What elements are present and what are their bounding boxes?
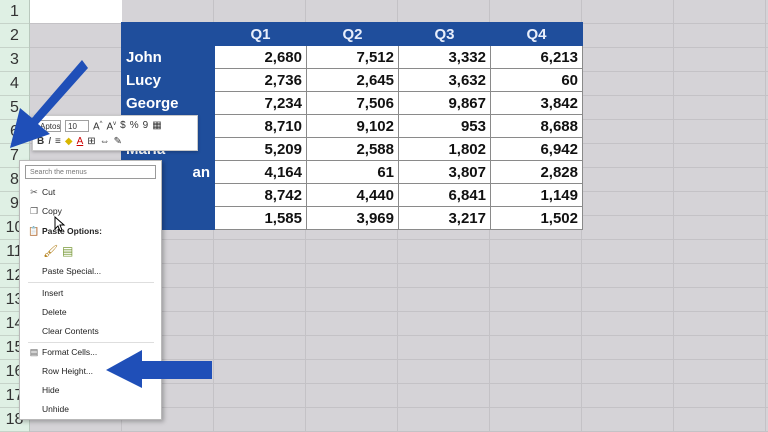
value-cell[interactable]: 3,332	[398, 45, 491, 69]
mouse-cursor-icon	[54, 216, 66, 232]
table-row: 8,742 4,440 6,841 1,149	[121, 183, 583, 207]
menu-item-label: Format Cells...	[42, 347, 98, 357]
grid-column-line	[673, 0, 674, 432]
value-cell[interactable]: 61	[306, 160, 399, 184]
decrease-font-icon[interactable]: Av	[107, 118, 117, 133]
menu-separator	[28, 342, 154, 343]
menu-item-copy[interactable]: ❐ Copy	[20, 203, 161, 219]
percent-style-icon[interactable]: %	[130, 120, 139, 132]
scissors-icon: ✂	[30, 187, 38, 197]
copy-icon: ❐	[29, 206, 39, 216]
menu-item-insert[interactable]: Insert	[20, 285, 161, 301]
menu-item-cut[interactable]: ✂ Cut	[20, 184, 161, 200]
value-cell[interactable]: 2,680	[214, 45, 307, 69]
header-cell[interactable]: Q2	[306, 22, 399, 46]
value-cell[interactable]: 2,588	[306, 137, 399, 161]
value-cell[interactable]: 9,102	[306, 114, 399, 138]
paste-values-icon[interactable]: ▤	[62, 243, 73, 259]
value-cell[interactable]: 60	[490, 68, 583, 92]
value-cell[interactable]: 3,632	[398, 68, 491, 92]
value-cell[interactable]: 2,645	[306, 68, 399, 92]
table-row: George 7,234 7,506 9,867 3,842	[121, 91, 583, 115]
selected-cell[interactable]	[30, 0, 122, 23]
merge-center-icon[interactable]: ⇔	[100, 136, 110, 148]
annotation-arrow-icon	[10, 60, 88, 148]
value-cell[interactable]: 5,209	[214, 137, 307, 161]
value-cell[interactable]: 4,440	[306, 183, 399, 207]
menu-item-label: Paste Options:	[42, 226, 102, 236]
name-cell[interactable]: John	[121, 45, 215, 69]
value-cell[interactable]: 2,828	[490, 160, 583, 184]
value-cell[interactable]: 3,807	[398, 160, 491, 184]
table-row: 1,585 3,969 3,217 1,502	[121, 206, 583, 230]
paste-icon[interactable]: 🖌	[43, 243, 58, 259]
comma-style-icon[interactable]: 9	[143, 120, 149, 132]
value-cell[interactable]: 1,802	[398, 137, 491, 161]
format-cells-icon: ▤	[29, 347, 39, 357]
value-cell[interactable]: 2,736	[214, 68, 307, 92]
header-cell[interactable]: Q1	[214, 22, 307, 46]
row-header[interactable]: 1	[0, 0, 29, 24]
value-cell[interactable]: 6,841	[398, 183, 491, 207]
value-cell[interactable]: 4,164	[214, 160, 307, 184]
value-cell[interactable]: 7,512	[306, 45, 399, 69]
value-cell[interactable]: 8,688	[490, 114, 583, 138]
value-cell[interactable]: 953	[398, 114, 491, 138]
value-cell[interactable]: 1,502	[490, 206, 583, 230]
menu-item-label: Paste Special...	[42, 266, 102, 276]
annotation-arrow-icon	[106, 350, 212, 388]
menu-item-label: Unhide	[42, 404, 69, 414]
header-cell[interactable]: Q4	[490, 22, 583, 46]
table-header-row: Q1 Q2 Q3 Q4	[121, 22, 583, 46]
header-cell[interactable]	[121, 22, 215, 46]
table-row: John 2,680 7,512 3,332 6,213	[121, 45, 583, 69]
value-cell[interactable]: 7,506	[306, 91, 399, 115]
format-table-icon[interactable]: ▦	[152, 120, 161, 132]
menu-item-label: Row Height...	[42, 366, 94, 376]
value-cell[interactable]: 3,842	[490, 91, 583, 115]
row-header[interactable]: 2	[0, 24, 29, 48]
paste-option-buttons: 🖌 ▤	[20, 243, 161, 259]
value-cell[interactable]: 8,742	[214, 183, 307, 207]
value-cell[interactable]: 6,942	[490, 137, 583, 161]
menu-item-paste-special[interactable]: Paste Special...	[20, 263, 161, 279]
menu-item-label: Hide	[42, 385, 60, 395]
table-row: Lucy 2,736 2,645 3,632 60	[121, 68, 583, 92]
menu-search-input[interactable]: Search the menus	[25, 165, 156, 179]
clipboard-icon: 📋	[28, 226, 40, 236]
value-cell[interactable]: 9,867	[398, 91, 491, 115]
value-cell[interactable]: 1,585	[214, 206, 307, 230]
value-cell[interactable]: 3,217	[398, 206, 491, 230]
menu-item-label: Delete	[42, 307, 67, 317]
value-cell[interactable]: 8,710	[214, 114, 307, 138]
menu-item-label: Insert	[42, 288, 64, 298]
name-cell[interactable]: Lucy	[121, 68, 215, 92]
increase-font-icon[interactable]: A^	[93, 118, 103, 133]
menu-item-clear-contents[interactable]: Clear Contents	[20, 323, 161, 339]
value-cell[interactable]: 1,149	[490, 183, 583, 207]
menu-item-delete[interactable]: Delete	[20, 304, 161, 320]
currency-format-icon[interactable]: $	[120, 120, 126, 132]
value-cell[interactable]: 3,969	[306, 206, 399, 230]
grid-column-line	[765, 0, 766, 432]
menu-item-unhide[interactable]: Unhide	[20, 401, 161, 417]
menu-item-paste-options: 📋 Paste Options:	[20, 223, 161, 239]
name-cell[interactable]: George	[121, 91, 215, 115]
menu-item-label: Cut	[42, 187, 56, 197]
menu-item-label: Clear Contents	[42, 326, 99, 336]
value-cell[interactable]: 6,213	[490, 45, 583, 69]
format-painter-icon[interactable]: ✎	[114, 136, 122, 148]
menu-separator	[28, 282, 154, 283]
header-cell[interactable]: Q3	[398, 22, 491, 46]
table-row: an 4,164 61 3,807 2,828	[121, 160, 583, 184]
value-cell[interactable]: 7,234	[214, 91, 307, 115]
